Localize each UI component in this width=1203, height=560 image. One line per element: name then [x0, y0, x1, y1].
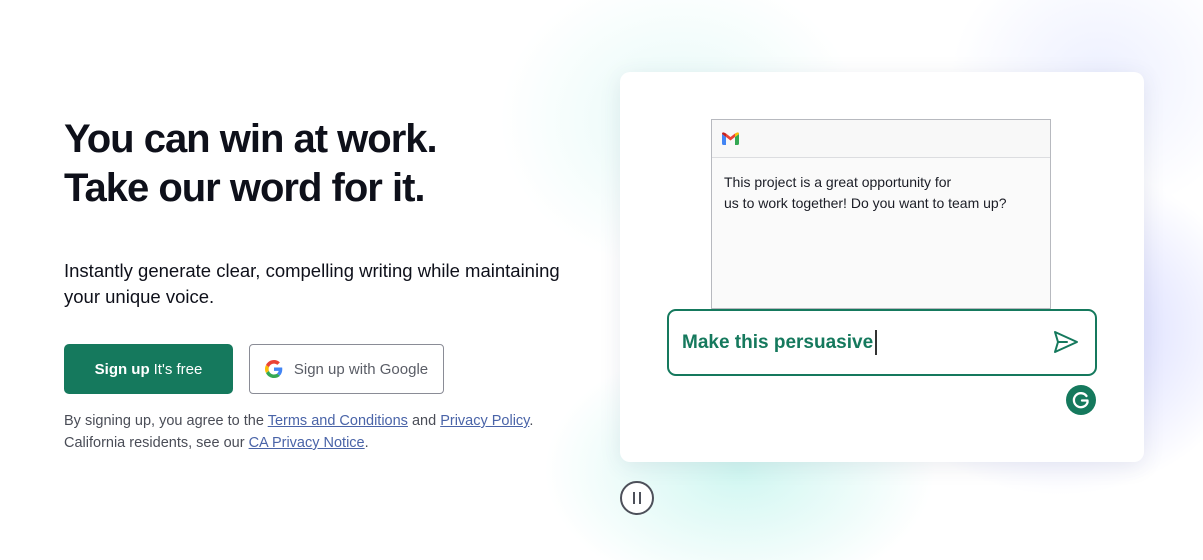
pause-button[interactable] — [620, 481, 654, 515]
prompt-input[interactable]: Make this persuasive — [667, 309, 1097, 376]
pause-icon — [631, 492, 643, 504]
email-header — [712, 120, 1050, 158]
legal-ca-period: . — [364, 435, 369, 451]
email-body: This project is a great opportunity for … — [712, 158, 1050, 228]
google-g-icon — [264, 360, 283, 378]
legal-and: and — [407, 413, 441, 429]
signup-buttons: Sign up It's free Sign up with Google — [64, 344, 444, 394]
legal-period: . — [529, 413, 534, 429]
signup-google-button[interactable]: Sign up with Google — [249, 344, 444, 394]
email-line-1: This project is a great opportunity for — [724, 174, 952, 190]
hero-section: You can win at work. Take our word for i… — [64, 115, 604, 310]
prompt-text: Make this persuasive — [682, 331, 874, 353]
headline-line-1: You can win at work. — [64, 117, 438, 161]
signup-button-label: Sign up — [94, 360, 150, 378]
subtitle-line-2: your unique voice. — [64, 286, 215, 307]
demo-card: This project is a great opportunity for … — [620, 72, 1144, 462]
subtitle-line-1: Instantly generate clear, compelling wri… — [64, 260, 560, 281]
signup-button[interactable]: Sign up It's free — [64, 344, 233, 394]
legal-prefix: By signing up, you agree to the — [64, 413, 268, 429]
ca-privacy-link[interactable]: CA Privacy Notice — [249, 435, 365, 451]
grammarly-logo-icon — [1066, 385, 1096, 415]
privacy-link[interactable]: Privacy Policy — [440, 413, 529, 429]
legal-notice: By signing up, you agree to the Terms an… — [64, 410, 584, 454]
terms-link[interactable]: Terms and Conditions — [268, 413, 408, 429]
signup-google-label: Sign up with Google — [293, 360, 429, 378]
headline-line-2: Take our word for it. — [64, 166, 426, 210]
signup-button-free-label: It's free — [153, 360, 203, 378]
email-preview: This project is a great opportunity for … — [711, 119, 1051, 309]
legal-ca-prefix: California residents, see our — [64, 435, 249, 451]
headline: You can win at work. Take our word for i… — [64, 115, 604, 213]
subtitle: Instantly generate clear, compelling wri… — [64, 258, 594, 310]
send-icon[interactable] — [1053, 330, 1079, 359]
gmail-icon — [722, 132, 739, 145]
text-caret — [875, 330, 877, 355]
email-line-2: us to work together! Do you want to team… — [724, 195, 1007, 211]
